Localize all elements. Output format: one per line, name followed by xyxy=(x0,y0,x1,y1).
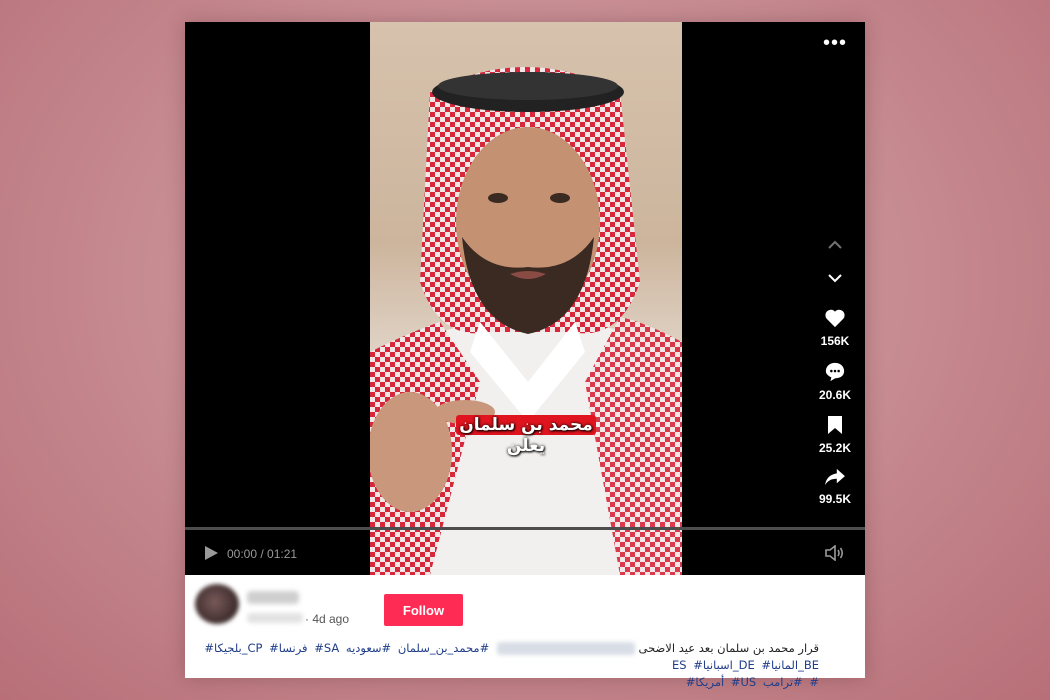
hashtag[interactable]: BE_المانيا# xyxy=(761,658,819,672)
hashtag[interactable]: US# xyxy=(731,675,756,689)
video-player[interactable]: محمد بن سلمان يعلن ••• 156K 20.6K 25.2K … xyxy=(185,22,865,575)
caption-line-2: يعلن xyxy=(506,436,546,456)
action-rail: 156K 20.6K 25.2K 99.5K xyxy=(813,227,857,506)
hashtag[interactable]: #سعوديه xyxy=(346,641,391,655)
post-info: · 4d ago Follow قرار محمد بن سلمان بعد ع… xyxy=(185,575,865,689)
caption-highlight: محمد بن سلمان xyxy=(456,415,596,435)
avatar[interactable] xyxy=(195,584,239,624)
hashtag[interactable]: SA# xyxy=(314,641,339,655)
chevron-down-icon[interactable] xyxy=(813,261,857,295)
follow-button[interactable]: Follow xyxy=(384,594,463,626)
description-text: قرار محمد بن سلمان بعد عيد الاضحى xyxy=(638,641,819,655)
tiktok-embed-card: محمد بن سلمان يعلن ••• 156K 20.6K 25.2K … xyxy=(185,22,865,689)
like-button[interactable]: 156K xyxy=(813,308,857,348)
chevron-up-icon[interactable] xyxy=(813,227,857,261)
share-count: 99.5K xyxy=(818,492,852,506)
progress-bar[interactable] xyxy=(185,527,865,530)
share-button[interactable]: 99.5K xyxy=(813,468,857,506)
player-controls: 00:00 / 01:21 xyxy=(185,527,865,575)
comment-button[interactable]: 20.6K xyxy=(813,361,857,402)
heart-icon xyxy=(825,309,845,328)
post-age: · 4d ago xyxy=(305,612,350,626)
hashtag[interactable]: أمريكا# xyxy=(686,675,724,689)
username-blurred[interactable] xyxy=(247,591,299,604)
hashtag[interactable]: CP_بلجيكا# xyxy=(204,641,262,655)
comment-count: 20.6K xyxy=(818,388,852,402)
save-button[interactable]: 25.2K xyxy=(813,415,857,455)
video-image xyxy=(370,67,682,575)
share-icon xyxy=(825,468,845,486)
post-description: قرار محمد بن سلمان بعد عيد الاضحى #محمد_… xyxy=(199,640,819,691)
more-dots-icon[interactable]: ••• xyxy=(823,32,847,55)
hashtag[interactable]: DE_اسبانيا# xyxy=(693,658,755,672)
hashtag[interactable]: # xyxy=(809,675,819,689)
handle-blurred xyxy=(247,613,303,623)
time-display: 00:00 / 01:21 xyxy=(227,547,298,561)
blurred-tag xyxy=(496,642,635,655)
comment-icon xyxy=(825,362,845,382)
play-icon[interactable] xyxy=(203,545,219,566)
hashtag[interactable]: #ترامب xyxy=(763,675,803,689)
bookmark-icon xyxy=(828,416,842,434)
hashtag[interactable]: #محمد_بن_سلمان xyxy=(398,641,489,655)
video-frame[interactable]: محمد بن سلمان يعلن xyxy=(370,22,682,575)
volume-icon[interactable] xyxy=(825,544,845,566)
save-count: 25.2K xyxy=(818,441,852,455)
hashtag[interactable]: فرنسا# xyxy=(269,641,307,655)
video-caption: محمد بن سلمان يعلن xyxy=(370,415,682,457)
hashtag[interactable]: ES xyxy=(672,658,687,672)
like-count: 156K xyxy=(820,334,850,348)
